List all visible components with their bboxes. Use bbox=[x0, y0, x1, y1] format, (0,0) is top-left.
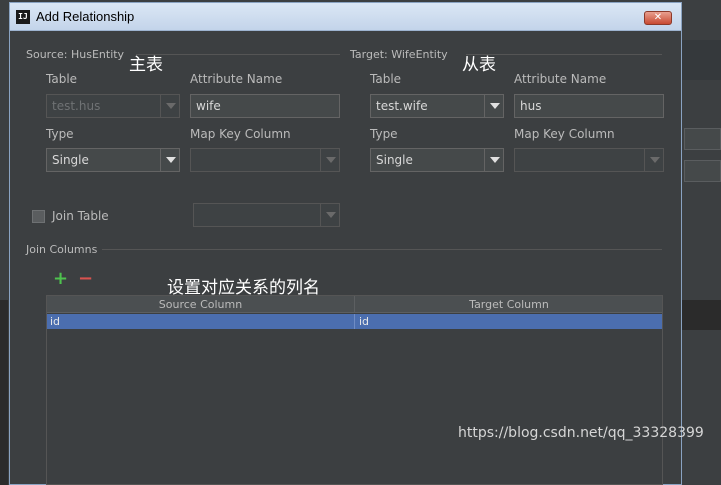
target-section-title: Target: WifeEntity bbox=[350, 48, 448, 61]
chevron-down-icon bbox=[166, 157, 176, 163]
chevron-down-icon bbox=[490, 157, 500, 163]
target-column-cell[interactable]: id bbox=[356, 314, 662, 329]
chevron-down-icon bbox=[490, 103, 500, 109]
target-table-select[interactable]: test.wife bbox=[370, 94, 504, 118]
join-columns-table[interactable]: Source Column Target Column id id bbox=[46, 295, 663, 485]
source-table-select: test.hus bbox=[46, 94, 180, 118]
add-relationship-dialog: IJ Add Relationship ✕ Source: HusEntity … bbox=[9, 2, 682, 485]
add-icon[interactable]: + bbox=[53, 270, 68, 288]
source-map-key-label: Map Key Column bbox=[190, 127, 291, 141]
target-map-key-select bbox=[514, 148, 664, 172]
source-attribute-label: Attribute Name bbox=[190, 72, 283, 86]
background-field bbox=[684, 160, 721, 182]
remove-icon[interactable]: − bbox=[78, 270, 93, 288]
target-type-value: Single bbox=[376, 153, 413, 167]
source-separator bbox=[136, 54, 340, 55]
column-header-source[interactable]: Source Column bbox=[47, 296, 355, 313]
background-panel bbox=[0, 0, 8, 300]
source-type-label: Type bbox=[46, 127, 74, 141]
source-annotation: 主表 bbox=[129, 55, 163, 75]
background-ide-left bbox=[0, 0, 8, 485]
table-header: Source Column Target Column bbox=[47, 296, 662, 313]
chevron-down-icon bbox=[326, 157, 336, 163]
target-type-select[interactable]: Single bbox=[370, 148, 504, 172]
title-bar[interactable]: IJ Add Relationship ✕ bbox=[10, 3, 681, 31]
join-columns-separator bbox=[102, 249, 662, 250]
source-table-label: Table bbox=[46, 72, 78, 86]
join-table-label: Join Table bbox=[52, 209, 109, 223]
chevron-down-icon bbox=[166, 103, 176, 109]
target-attribute-input[interactable]: hus bbox=[514, 94, 664, 118]
join-table-select bbox=[193, 203, 340, 227]
source-attribute-input[interactable]: wife bbox=[190, 94, 340, 118]
table-row[interactable]: id id bbox=[47, 314, 662, 329]
target-attribute-label: Attribute Name bbox=[514, 72, 607, 86]
background-toolbar bbox=[680, 40, 721, 80]
dialog-content: Source: HusEntity 主表 Table test.hus Attr… bbox=[10, 32, 681, 485]
target-type-label: Type bbox=[370, 127, 398, 141]
column-header-target[interactable]: Target Column bbox=[356, 296, 662, 313]
background-field bbox=[684, 128, 721, 150]
background-panel bbox=[680, 300, 721, 330]
source-column-cell[interactable]: id bbox=[47, 314, 355, 329]
dialog-title: Add Relationship bbox=[36, 9, 135, 24]
background-ide-right bbox=[680, 0, 721, 485]
chevron-down-icon bbox=[326, 212, 336, 218]
join-table-checkbox[interactable] bbox=[32, 210, 45, 223]
target-table-label: Table bbox=[370, 72, 402, 86]
target-annotation: 从表 bbox=[462, 55, 496, 75]
intellij-icon: IJ bbox=[16, 10, 30, 24]
target-map-key-label: Map Key Column bbox=[514, 127, 615, 141]
source-table-value: test.hus bbox=[52, 99, 101, 113]
chevron-down-icon bbox=[650, 157, 660, 163]
target-table-value: test.wife bbox=[376, 99, 428, 113]
source-type-select[interactable]: Single bbox=[46, 148, 180, 172]
watermark: https://blog.csdn.net/qq_33328399 bbox=[458, 425, 704, 441]
source-type-value: Single bbox=[52, 153, 89, 167]
close-button[interactable]: ✕ bbox=[644, 11, 672, 25]
source-section-title: Source: HusEntity bbox=[26, 48, 125, 61]
join-columns-section-title: Join Columns bbox=[26, 243, 98, 256]
source-map-key-select bbox=[190, 148, 340, 172]
